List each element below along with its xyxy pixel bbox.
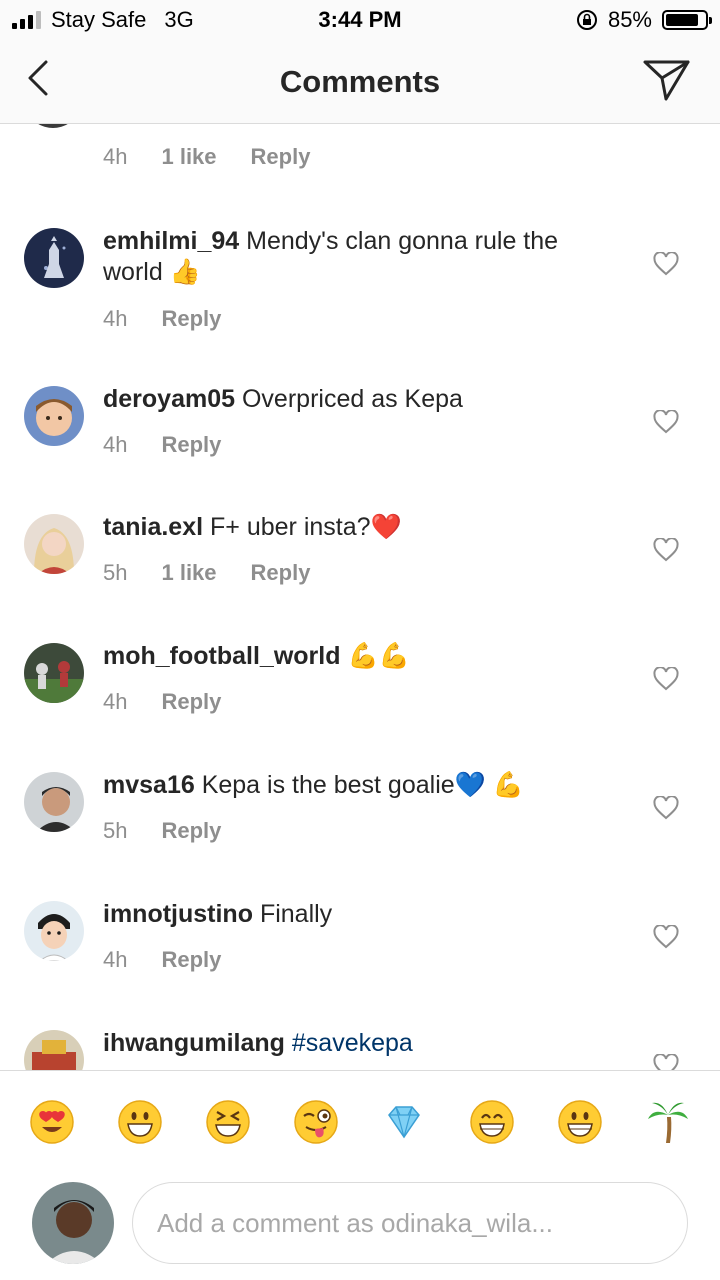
comment-meta: 5h Reply [103,818,221,844]
comment-meta: 4h Reply [103,947,221,973]
comment-body: Finally [259,900,333,928]
emoji-quick-bar [0,1070,720,1171]
reply-button[interactable]: Reply [251,560,311,586]
status-left: Stay Safe 3G [12,7,194,33]
reply-button[interactable]: Reply [251,144,311,170]
avatar[interactable] [24,514,84,574]
comment-composer [0,1170,720,1280]
palm-tree-emoji[interactable] [645,1099,691,1145]
battery-icon [662,10,712,30]
comment-time: 5h [103,560,128,585]
avatar[interactable] [24,772,84,832]
comment-body: Kepa is the best goalie💙 💪 [201,771,524,799]
nav-bar: Comments [0,40,720,124]
comment-time: 4h [103,432,128,457]
share-button[interactable] [642,56,692,104]
heart-icon[interactable] [653,796,679,820]
reply-button[interactable]: Reply [161,432,221,458]
grinning-emoji[interactable] [117,1099,163,1145]
heart-icon[interactable] [653,1054,679,1070]
winking-tongue-emoji[interactable] [293,1099,339,1145]
heart-icon[interactable] [653,410,679,434]
comment-meta: 4h Reply [103,306,221,332]
comment-username[interactable]: mvsa16 [103,771,195,799]
reply-button[interactable]: Reply [161,306,221,332]
comment-meta: 4h Reply [103,432,221,458]
signal-icon [12,11,41,29]
comment-time: 5h [103,818,128,843]
status-bar: Stay Safe 3G 3:44 PM 85% [0,0,720,40]
battery-fill [666,14,699,26]
comment-body: F+ uber insta?❤️ [210,513,402,541]
comment-input[interactable] [132,1182,688,1264]
comment-username[interactable]: emhilmi_94 [103,227,239,255]
avatar[interactable] [24,228,84,288]
chevron-left-icon [28,60,48,96]
orientation-lock-icon [576,10,597,30]
avatar[interactable] [24,1030,84,1070]
hashtag-link[interactable]: #savekepa [292,1029,413,1057]
comments-screen: Stay Safe 3G 3:44 PM 85% Comments 4h 1 l… [0,0,720,1280]
comment-text: imnotjustino Finally [103,899,623,930]
comment-username[interactable]: deroyam05 [103,385,235,413]
heart-icon[interactable] [653,667,679,691]
comment-meta: 5h 1 like Reply [103,560,310,586]
comment-likes[interactable]: 1 like [161,560,216,586]
heart-icon[interactable] [653,538,679,562]
avatar[interactable] [24,386,84,446]
current-user-avatar [32,1182,114,1264]
battery-percent: 85% [607,7,652,32]
comment-time: 4h [103,144,128,169]
comment-text: emhilmi_94 Mendy's clan gonna rule the w… [103,226,623,288]
comment-text: tania.exl F+ uber insta?❤️ [103,512,623,543]
comment-username[interactable]: tania.exl [103,513,203,541]
comment-time: 4h [103,306,128,331]
comment-meta: 4h Reply [103,689,221,715]
comment-time: 4h [103,689,128,714]
beaming-emoji[interactable] [469,1099,515,1145]
carrier-label: Stay Safe [51,7,147,32]
heart-icon[interactable] [653,925,679,949]
comment-text: ihwangumilang #savekepa [103,1028,623,1059]
comment-text: deroyam05 Overpriced as Kepa [103,384,623,415]
heart-eyes-emoji[interactable] [29,1099,75,1145]
grinning-emoji[interactable] [557,1099,603,1145]
network-label: 3G [164,7,194,32]
comment-username[interactable]: imnotjustino [103,900,253,928]
laughing-emoji[interactable] [205,1099,251,1145]
page-title: Comments [279,64,441,99]
comment-meta: 4h 1 like Reply [103,144,310,170]
paper-plane-icon [643,60,690,101]
avatar[interactable] [24,124,82,128]
reply-button[interactable]: Reply [161,818,221,844]
comment-body: 💪💪 [347,642,410,670]
reply-button[interactable]: Reply [161,689,221,715]
avatar[interactable] [24,643,84,703]
status-right: 85% [576,7,712,33]
comment-text: moh_football_world 💪💪 [103,641,623,672]
comment-body: Overpriced as Kepa [241,385,463,413]
comment-likes[interactable]: 1 like [161,144,216,170]
comment-time: 4h [103,947,128,972]
comment-username[interactable]: moh_football_world [103,642,341,670]
heart-icon[interactable] [653,252,679,276]
reply-button[interactable]: Reply [161,947,221,973]
comment-username[interactable]: ihwangumilang [103,1029,285,1057]
back-button[interactable] [22,56,62,100]
comment-list[interactable]: 4h 1 like Reply emhilmi_94 Mendy's clan … [0,124,720,1070]
comment-text: mvsa16 Kepa is the best goalie💙 💪 [103,770,623,801]
gem-emoji[interactable] [381,1099,427,1145]
avatar[interactable] [24,901,84,961]
